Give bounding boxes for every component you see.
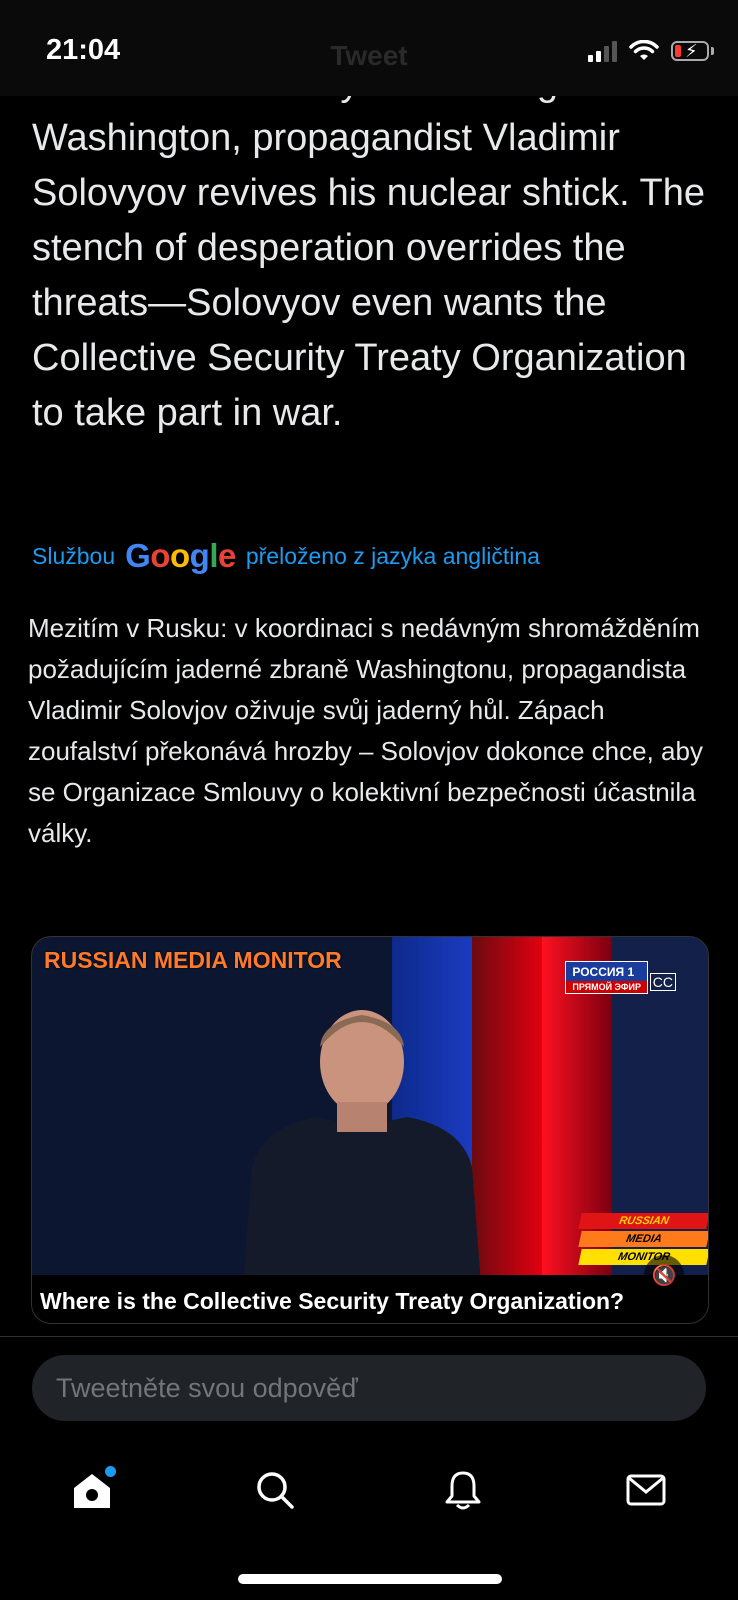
reply-input[interactable]	[32, 1355, 706, 1421]
translation-attribution: Službou Google přeloženo z jazyka anglič…	[32, 537, 540, 575]
status-icons: ⚡	[588, 40, 714, 62]
mail-icon	[626, 1474, 666, 1506]
tab-home[interactable]	[62, 1460, 122, 1520]
translation-suffix: přeloženo z jazyka angličtina	[245, 542, 540, 569]
notification-dot	[105, 1466, 116, 1477]
google-logo: Google	[125, 537, 236, 574]
cellular-signal-icon	[588, 40, 617, 62]
video-caption: Where is the Collective Security Treaty …	[40, 1288, 625, 1314]
rmm-stripes: RUSSIAN MEDIA MONITOR	[578, 1213, 708, 1267]
tab-bar	[0, 1440, 738, 1530]
search-icon	[257, 1472, 294, 1509]
tweet-original-text: with the recent rally demanding to nuke …	[32, 62, 706, 434]
status-bar: Tweet 21:04 ⚡	[0, 0, 738, 96]
translation-prefix: Službou	[32, 542, 116, 569]
home-indicator[interactable]	[238, 1574, 502, 1584]
tab-notifications[interactable]	[433, 1460, 493, 1520]
overlay-header: RUSSIAN MEDIA MONITOR	[44, 947, 342, 973]
bell-icon	[445, 1471, 481, 1510]
cc-icon: CC	[649, 973, 676, 991]
presenter-figure	[242, 1010, 482, 1297]
speaker-muted-icon[interactable]: 🔇	[644, 1255, 684, 1295]
tweet-translated-text: Mezitím v Rusku: v koordinaci s nedávným…	[28, 613, 703, 848]
channel-badge: РОССИЯ 1 ПРЯМОЙ ЭФИР	[565, 961, 648, 994]
battery-icon: ⚡	[671, 41, 709, 61]
status-time: 21:04	[46, 34, 121, 66]
video-player[interactable]: RUSSIAN MEDIA MONITOR РОССИЯ 1 ПРЯМОЙ ЭФ…	[31, 936, 709, 1324]
tab-messages[interactable]	[616, 1460, 676, 1520]
wifi-icon	[629, 40, 659, 60]
divider	[0, 1336, 738, 1337]
tab-search[interactable]	[245, 1460, 305, 1520]
